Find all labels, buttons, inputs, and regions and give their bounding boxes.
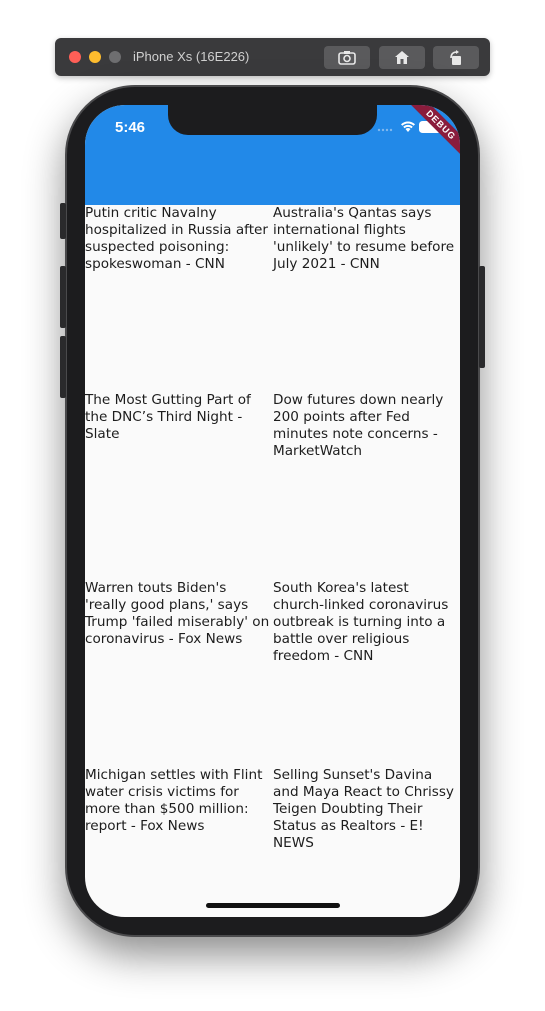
news-item[interactable]: South Korea's latest church-linked coron… — [273, 580, 459, 665]
volume-up-button — [60, 266, 66, 328]
close-window-button[interactable] — [69, 51, 81, 63]
screenshot-button[interactable] — [324, 46, 370, 69]
news-item[interactable]: Dow futures down nearly 200 points after… — [273, 392, 459, 460]
wifi-icon — [401, 121, 415, 132]
status-time: 5:46 — [115, 119, 146, 136]
home-button[interactable] — [379, 46, 425, 69]
rotate-icon — [450, 49, 461, 65]
news-item[interactable]: Putin critic Navalny hospitalized in Rus… — [85, 205, 271, 273]
power-button — [479, 266, 485, 368]
notch — [168, 105, 377, 135]
volume-down-button — [60, 336, 66, 398]
home-indicator[interactable] — [206, 903, 340, 908]
camera-icon — [338, 51, 356, 65]
rotate-button[interactable] — [433, 46, 479, 69]
news-item[interactable]: Australia's Qantas says international fl… — [273, 205, 459, 273]
home-icon — [395, 51, 409, 64]
phone-screen: 5:46 DEBUG Putin critic Navalny hospital… — [85, 105, 460, 917]
simulator-titlebar: iPhone Xs (16E226) — [55, 38, 490, 76]
minimize-window-button[interactable] — [89, 51, 101, 63]
device-title: iPhone Xs (16E226) — [133, 49, 250, 64]
news-item[interactable]: Michigan settles with Flint water crisis… — [85, 767, 271, 835]
news-item[interactable]: Selling Sunset's Davina and Maya React t… — [273, 767, 459, 852]
news-item[interactable]: Warren touts Biden's 'really good plans,… — [85, 580, 271, 648]
zoom-window-button[interactable] — [109, 51, 121, 63]
news-item[interactable]: The Most Gutting Part of the DNC’s Third… — [85, 392, 271, 443]
signal-icon — [377, 128, 393, 132]
silent-switch — [60, 203, 66, 239]
